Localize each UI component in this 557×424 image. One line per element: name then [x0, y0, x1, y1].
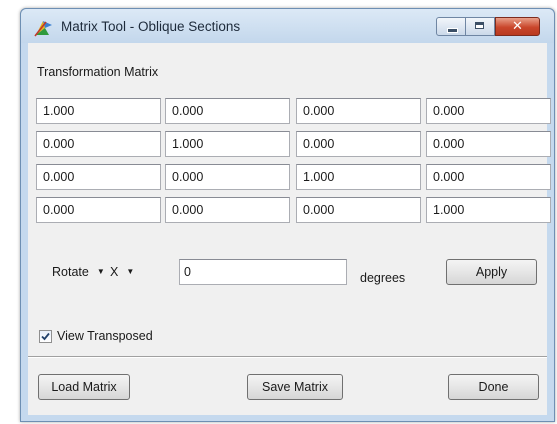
- view-transposed-checkbox[interactable]: [39, 330, 52, 343]
- matrix-cell-r1c2[interactable]: 0.000: [165, 98, 290, 124]
- matrix-cell-r2c2[interactable]: 1.000: [165, 131, 290, 157]
- maximize-icon: [475, 22, 484, 29]
- matrix-cell-r1c4[interactable]: 0.000: [426, 98, 551, 124]
- load-matrix-button[interactable]: Load Matrix: [38, 374, 130, 400]
- matrix-tool-window: Matrix Tool - Oblique Sections ✕ Transfo…: [20, 8, 555, 422]
- matrix-cell-r4c3[interactable]: 0.000: [296, 197, 421, 223]
- operation-dropdown[interactable]: Rotate ▼: [52, 265, 105, 279]
- matrix-cell-r4c4[interactable]: 1.000: [426, 197, 551, 223]
- operation-value: Rotate: [52, 265, 89, 279]
- chevron-down-icon: ▼: [126, 267, 135, 276]
- checkmark-icon: [41, 332, 50, 341]
- matrix-cell-r3c1[interactable]: 0.000: [36, 164, 161, 190]
- matrix-cell-r4c1[interactable]: 0.000: [36, 197, 161, 223]
- view-transposed-label: View Transposed: [57, 329, 153, 343]
- close-button[interactable]: ✕: [495, 17, 540, 36]
- apply-button[interactable]: Apply: [446, 259, 537, 285]
- dialog-body: Transformation Matrix 1.000 0.000 0.000 …: [28, 43, 551, 415]
- matrix-tool-app-icon: [34, 21, 52, 37]
- separator: [28, 356, 547, 358]
- maximize-button[interactable]: [466, 17, 495, 36]
- matrix-cell-r1c1[interactable]: 1.000: [36, 98, 161, 124]
- angle-units-label: degrees: [360, 271, 406, 285]
- matrix-section-label: Transformation Matrix: [37, 65, 159, 79]
- matrix-cell-r2c3[interactable]: 0.000: [296, 131, 421, 157]
- matrix-cell-r2c1[interactable]: 0.000: [36, 131, 161, 157]
- close-icon: ✕: [512, 19, 523, 34]
- axis-value: X: [110, 265, 119, 279]
- matrix-cell-r3c3[interactable]: 1.000: [296, 164, 421, 190]
- title-bar[interactable]: Matrix Tool - Oblique Sections ✕: [21, 9, 554, 43]
- minimize-icon: [447, 28, 458, 33]
- matrix-cell-r1c3[interactable]: 0.000: [296, 98, 421, 124]
- done-button[interactable]: Done: [448, 374, 539, 400]
- chevron-down-icon: ▼: [96, 267, 105, 276]
- minimize-button[interactable]: [436, 17, 466, 36]
- matrix-cell-r4c2[interactable]: 0.000: [165, 197, 290, 223]
- matrix-cell-r3c2[interactable]: 0.000: [165, 164, 290, 190]
- matrix-cell-r2c4[interactable]: 0.000: [426, 131, 551, 157]
- matrix-cell-r3c4[interactable]: 0.000: [426, 164, 551, 190]
- angle-input[interactable]: 0: [179, 259, 347, 285]
- window-title: Matrix Tool - Oblique Sections: [61, 19, 241, 34]
- save-matrix-button[interactable]: Save Matrix: [247, 374, 343, 400]
- axis-dropdown[interactable]: X ▼: [110, 265, 134, 279]
